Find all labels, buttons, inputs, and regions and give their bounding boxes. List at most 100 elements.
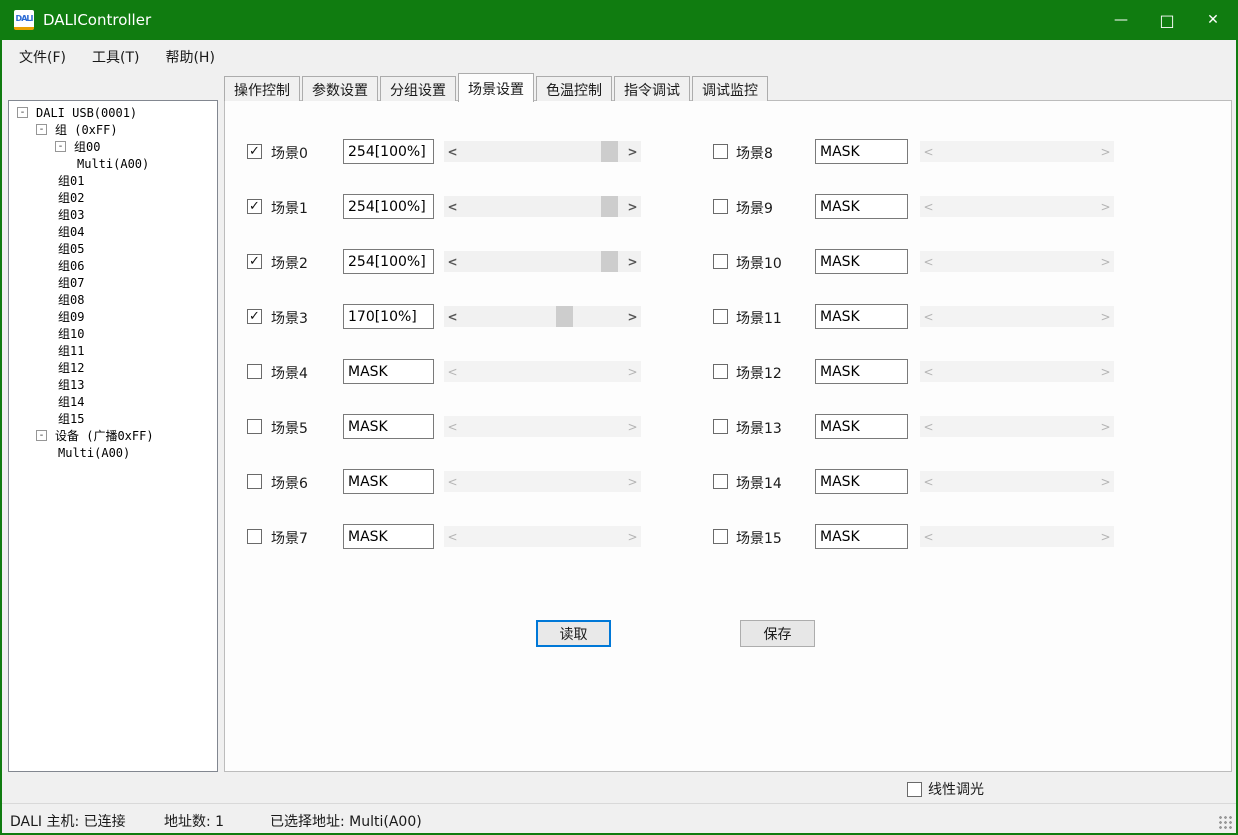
scene-slider: <> [920,471,1114,492]
scene-label: 场景13 [736,418,782,438]
tree-item[interactable]: 组02 [9,189,217,206]
scene-checkbox[interactable] [713,364,728,379]
scene-label: 场景15 [736,528,782,548]
save-button[interactable]: 保存 [740,620,815,647]
tree-item[interactable]: -组 (0xFF) [9,121,217,138]
scroll-left-icon: < [920,141,937,162]
scroll-left-icon: < [920,471,937,492]
scene-row: 场景13<> [225,414,1231,441]
linear-dimming-option[interactable]: 线性调光 [907,779,984,799]
scene-value-input[interactable] [815,194,908,219]
scene-value-input[interactable] [815,359,908,384]
tree-item[interactable]: 组07 [9,274,217,291]
tree-item-label: 组12 [55,359,84,376]
tree-item-label: 组13 [55,376,84,393]
menu-item[interactable]: 文件(F) [6,40,79,74]
scene-row: 场景12 < > [225,359,1231,386]
tab-调试监控[interactable]: 调试监控 [692,76,768,101]
maximize-button[interactable]: □ [1144,0,1190,40]
read-button[interactable]: 读取 [536,620,611,647]
tree-item-label: 组04 [55,223,84,240]
tree-item[interactable]: 组14 [9,393,217,410]
tree-item-label: 组00 [71,138,100,155]
tree-item[interactable]: -组00 [9,138,217,155]
app-icon: DALI [14,10,34,30]
scene-slider: <> [920,251,1114,272]
tree-item-label: 组11 [55,342,84,359]
scene-row: 场景10<> [225,249,1231,276]
tree-item[interactable]: 组15 [9,410,217,427]
tree-expander-icon[interactable]: - [36,430,47,441]
tree-expander-icon[interactable]: - [36,124,47,135]
resize-grip-icon[interactable] [1218,815,1233,830]
scene-label: 场景14 [736,473,782,493]
tree-item[interactable]: -设备 (广播0xFF) [9,427,217,444]
scroll-left-icon: < [920,361,937,382]
tree-expander-icon[interactable]: - [55,141,66,152]
menu-item[interactable]: 工具(T) [79,40,152,74]
scene-value-input[interactable] [815,414,908,439]
scene-value-input[interactable] [815,524,908,549]
tree-expander-icon[interactable]: - [17,107,28,118]
scene-value-input[interactable] [815,139,908,164]
scroll-left-icon: < [920,526,937,547]
scene-value-input[interactable] [815,469,908,494]
scroll-left-icon: < [920,416,937,437]
tab-指令调试[interactable]: 指令调试 [614,76,690,101]
tree-item[interactable]: 组10 [9,325,217,342]
scene-checkbox[interactable] [713,419,728,434]
scene-checkbox[interactable] [713,254,728,269]
tree-item[interactable]: 组12 [9,359,217,376]
status-address-count: 地址数: 1 [164,811,224,831]
scroll-right-icon: > [1097,251,1114,272]
tree-item[interactable]: 组09 [9,308,217,325]
scene-checkbox[interactable] [713,144,728,159]
scene-value-input[interactable] [815,249,908,274]
tree-item[interactable]: Multi(A00) [9,444,217,461]
tree-item[interactable]: 组04 [9,223,217,240]
scene-checkbox[interactable] [713,474,728,489]
window-title: DALIController [43,11,151,29]
scene-checkbox[interactable] [713,529,728,544]
tab-场景设置[interactable]: 场景设置 [458,73,534,102]
tree-item[interactable]: Multi(A00) [9,155,217,172]
scene-checkbox[interactable] [713,309,728,324]
slider-track [937,196,1097,217]
slider-track [937,141,1097,162]
tree-item[interactable]: 组08 [9,291,217,308]
tree-item-label: 设备 (广播0xFF) [52,427,154,444]
minimize-button[interactable]: — [1098,0,1144,40]
device-tree[interactable]: -DALI USB(0001)-组 (0xFF)-组00Multi(A00)组0… [8,100,218,772]
close-button[interactable]: ✕ [1190,0,1236,40]
tree-item[interactable]: 组13 [9,376,217,393]
tree-item-label: 组14 [55,393,84,410]
scene-row: 场景9<> [225,194,1231,221]
status-selected-address: 已选择地址: Multi(A00) [270,811,422,831]
tree-item[interactable]: 组06 [9,257,217,274]
scene-label: 场景8 [736,143,773,163]
tree-item[interactable]: 组11 [9,342,217,359]
linear-dimming-checkbox[interactable] [907,782,922,797]
slider-track [937,251,1097,272]
tree-item[interactable]: -DALI USB(0001) [9,104,217,121]
tree-item-label: Multi(A00) [55,446,130,460]
scene-checkbox[interactable] [713,199,728,214]
tab-操作控制[interactable]: 操作控制 [224,76,300,101]
scene-value-input[interactable] [815,304,908,329]
statusbar: DALI 主机: 已连接 地址数: 1 已选择地址: Multi(A00) [2,803,1236,833]
tree-item[interactable]: 组03 [9,206,217,223]
scroll-right-icon: > [1097,361,1114,382]
slider-track [937,416,1097,437]
tree-item[interactable]: 组05 [9,240,217,257]
scroll-left-icon: < [920,196,937,217]
tab-参数设置[interactable]: 参数设置 [302,76,378,101]
scene-slider: <> [920,306,1114,327]
window-controls: — □ ✕ [1098,0,1236,40]
tree-item-label: 组10 [55,325,84,342]
tab-色温控制[interactable]: 色温控制 [536,76,612,101]
scroll-right-icon: > [1097,526,1114,547]
tree-item[interactable]: 组01 [9,172,217,189]
scene-label: 场景12 [736,363,782,383]
menu-item[interactable]: 帮助(H) [152,40,227,74]
tab-分组设置[interactable]: 分组设置 [380,76,456,101]
